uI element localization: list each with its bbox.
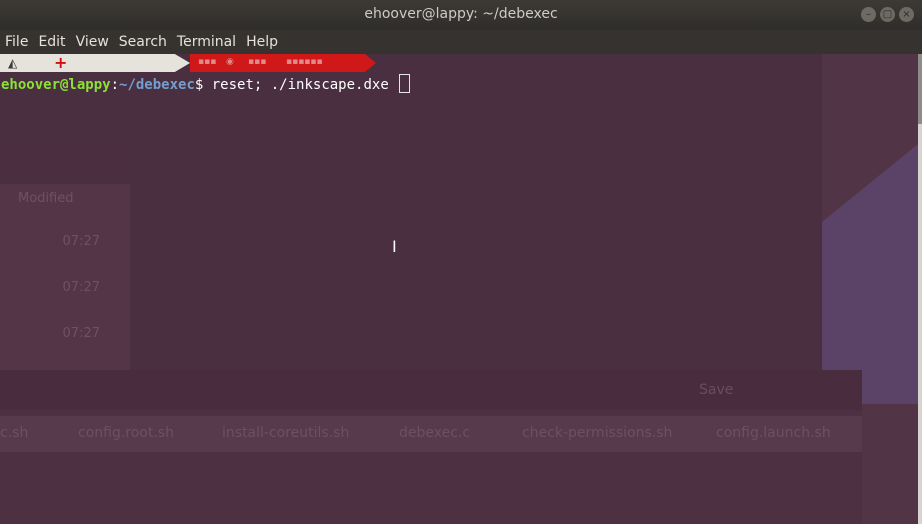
editor-tab: c.sh — [0, 425, 29, 441]
editor-tab: debexec.c — [399, 425, 471, 441]
command-line[interactable]: ehoover@lappy:~/debexec$ reset; ./inksca… — [1, 74, 411, 93]
scrollbar-track[interactable] — [918, 54, 922, 524]
modified-time: 07:27 — [62, 234, 100, 249]
modified-time: 07:27 — [62, 326, 100, 341]
status-segment-light: ◭ + — [0, 54, 190, 72]
status-segment-red: ▪▪▪ ◉ ▪▪▪ ▪▪▪▪▪▪ — [190, 54, 376, 72]
editor-tab: config.launch.sh — [716, 425, 831, 441]
modified-column-header: Modified — [18, 191, 74, 206]
text-cursor — [399, 74, 411, 93]
prompt-user-host: ehoover@lappy — [1, 77, 111, 93]
menu-file[interactable]: File — [0, 30, 33, 54]
status-faint-text: ▪▪▪▪▪▪ — [286, 57, 323, 67]
menu-terminal[interactable]: Terminal — [172, 30, 241, 54]
menu-edit[interactable]: Edit — [33, 30, 70, 54]
menu-view[interactable]: View — [71, 30, 114, 54]
background-file-window: Modified 07:27 07:27 07:27 — [0, 142, 130, 382]
terminal-area[interactable]: Modified 07:27 07:27 07:27 Save c.sh con… — [0, 54, 918, 524]
editor-tab-bar: c.sh config.root.sh install-coreutils.sh… — [0, 416, 862, 452]
status-faint-text: ▪▪▪ — [248, 57, 267, 67]
minimize-button[interactable]: – — [861, 7, 876, 22]
prompt-command: reset; ./inkscape.dxe — [203, 77, 389, 93]
editor-tab: install-coreutils.sh — [222, 425, 350, 441]
plus-icon: + — [54, 53, 68, 72]
prompt-separator: : — [110, 77, 120, 93]
menu-bar: File Edit View Search Terminal Help — [0, 30, 922, 54]
prompt-path: ~/debexec — [119, 77, 195, 93]
status-faint-text: ▪▪▪ — [198, 57, 217, 67]
title-bar: ehoover@lappy: ~/debexec – □ × — [0, 0, 922, 30]
menu-help[interactable]: Help — [241, 30, 283, 54]
modified-time: 07:27 — [62, 280, 100, 295]
editor-tab: config.root.sh — [78, 425, 174, 441]
scrollbar-thumb[interactable] — [918, 54, 922, 124]
menu-search[interactable]: Search — [114, 30, 172, 54]
status-bar: ◭ + ▪▪▪ ◉ ▪▪▪ ▪▪▪▪▪▪ — [0, 54, 380, 72]
maximize-button[interactable]: □ — [880, 7, 895, 22]
globe-icon: ◉ — [226, 57, 234, 67]
editor-save-label: Save — [699, 382, 734, 398]
close-button[interactable]: × — [899, 7, 914, 22]
ibeam-cursor-icon: I — [392, 237, 397, 256]
background-editor-window: Save c.sh config.root.sh install-coreuti… — [0, 370, 862, 524]
editor-tab: check-permissions.sh — [522, 425, 673, 441]
window-title: ehoover@lappy: ~/debexec — [364, 6, 558, 22]
app-logo-icon: ◭ — [8, 56, 18, 70]
